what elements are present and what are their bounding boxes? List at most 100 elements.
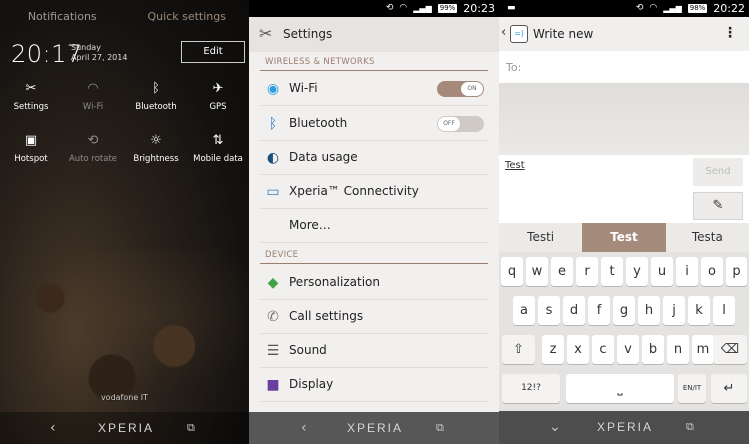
toggle-state: ON <box>461 82 483 96</box>
tile-settings[interactable]: ✂ Settings <box>0 80 62 112</box>
key[interactable]: j <box>663 296 685 325</box>
overflow-menu-icon[interactable]: ⋮ <box>723 25 737 41</box>
key[interactable]: b <box>642 335 664 364</box>
settings-row-display[interactable]: ■ Display <box>260 368 488 402</box>
rotate-lock-icon: ⟲ <box>635 3 644 13</box>
wifi-icon: ◠ <box>87 81 99 96</box>
key[interactable]: u <box>651 257 673 286</box>
personalization-icon: ◆ <box>267 275 279 291</box>
settings-row-data-usage[interactable]: ◐ Data usage <box>260 141 488 175</box>
row-label: Call settings <box>289 309 364 323</box>
key[interactable]: o <box>701 257 723 286</box>
tile-mobile-data[interactable]: ⇅ Mobile data <box>187 132 249 164</box>
key[interactable]: q <box>501 257 523 286</box>
key[interactable]: d <box>563 296 585 325</box>
space-key[interactable]: ⎵ <box>566 374 674 403</box>
status-time: 20:23 <box>463 2 495 15</box>
back-icon[interactable]: ‹ <box>301 412 307 444</box>
key[interactable]: g <box>613 296 635 325</box>
tile-label: GPS <box>209 102 227 112</box>
language-key[interactable]: EN/IT <box>678 374 706 403</box>
key[interactable]: f <box>588 296 610 325</box>
key[interactable]: x <box>567 335 589 364</box>
key[interactable]: k <box>688 296 710 325</box>
xperia-brand: XPERIA <box>597 420 654 434</box>
key[interactable]: h <box>638 296 660 325</box>
row-label: Sound <box>289 343 327 357</box>
bluetooth-icon: ᛒ <box>152 81 160 96</box>
bluetooth-icon: ᛒ <box>268 116 278 132</box>
section-divider <box>260 263 488 264</box>
section-divider <box>260 70 488 71</box>
wifi-signal-icon: ◠ <box>649 3 658 13</box>
cell-signal-icon: ▂▄▆ <box>663 4 682 13</box>
key[interactable]: z <box>542 335 564 364</box>
key[interactable]: r <box>576 257 598 286</box>
key[interactable]: p <box>726 257 747 286</box>
clock-date: Sunday April 27, 2014 <box>71 43 127 63</box>
recent-apps-icon[interactable]: ⧉ <box>187 412 195 444</box>
connectivity-icon: ▭ <box>266 184 280 200</box>
settings-row-call-settings[interactable]: ✆ Call settings <box>260 300 488 334</box>
tile-label: Auto rotate <box>68 154 118 164</box>
tile-brightness[interactable]: ☼ Brightness <box>125 132 187 164</box>
settings-row-bluetooth[interactable]: ᛒ Bluetooth OFF <box>260 107 488 141</box>
attach-button[interactable]: ✎ <box>693 192 743 220</box>
settings-row-xperia-connectivity[interactable]: ▭ Xperia™ Connectivity <box>260 175 488 209</box>
bluetooth-toggle[interactable]: OFF <box>437 116 484 132</box>
key[interactable]: w <box>526 257 548 286</box>
tile-auto-rotate[interactable]: ⟲ Auto rotate <box>62 132 124 164</box>
space-bar-icon: ⎵ <box>617 381 623 396</box>
suggestion-item-selected[interactable]: Test <box>582 223 666 252</box>
key[interactable]: v <box>617 335 639 364</box>
suggestion-item[interactable]: Testi <box>499 223 582 252</box>
backspace-key[interactable]: ⌫ <box>713 335 747 364</box>
message-notification-icon: ▬ <box>507 3 516 13</box>
enter-key[interactable]: ↵ <box>711 374 747 403</box>
tile-bluetooth[interactable]: ᛒ Bluetooth <box>125 80 187 112</box>
recent-apps-icon[interactable]: ⧉ <box>686 411 694 444</box>
section-wireless: WIRELESS & NETWORKS <box>265 57 375 67</box>
brightness-icon: ☼ <box>150 133 162 148</box>
wifi-toggle[interactable]: ON <box>437 81 484 97</box>
back-icon[interactable]: ‹ <box>50 412 56 444</box>
key[interactable]: m <box>692 335 714 364</box>
key[interactable]: l <box>713 296 735 325</box>
screenshot-collage: Notifications Quick settings 20:17 Sunda… <box>0 0 749 444</box>
settings-row-more[interactable]: More… <box>260 209 488 243</box>
key[interactable]: n <box>667 335 689 364</box>
key[interactable]: i <box>676 257 698 286</box>
recent-apps-icon[interactable]: ⧉ <box>436 412 444 444</box>
send-button[interactable]: Send <box>693 158 743 186</box>
key[interactable]: a <box>513 296 535 325</box>
shade-tabs: Notifications Quick settings <box>0 0 249 34</box>
tile-label: Hotspot <box>14 154 48 164</box>
key[interactable]: t <box>601 257 623 286</box>
shift-key[interactable]: ⇧ <box>502 335 535 364</box>
settings-row-wifi[interactable]: ◉ Wi-Fi ON <box>260 72 488 106</box>
tab-notifications[interactable]: Notifications <box>0 0 125 34</box>
back-icon[interactable]: ‹ <box>501 25 506 40</box>
edit-button[interactable]: Edit <box>181 41 245 63</box>
recipient-field[interactable]: To: <box>499 51 749 84</box>
settings-row-sound[interactable]: ☰ Sound <box>260 334 488 368</box>
settings-row-personalization[interactable]: ◆ Personalization <box>260 266 488 300</box>
key[interactable]: y <box>626 257 648 286</box>
key[interactable]: e <box>551 257 573 286</box>
key[interactable]: s <box>538 296 560 325</box>
page-title: Settings <box>283 27 333 41</box>
settings-panel: ⟲ ◠ ▂▄▆ 99% 20:23 ✂ Settings WIRELESS & … <box>249 0 499 444</box>
tile-wifi[interactable]: ◠ Wi-Fi <box>62 80 124 112</box>
hide-keyboard-icon[interactable]: ⌄ <box>549 411 561 444</box>
tile-gps[interactable]: ✈ GPS <box>187 80 249 112</box>
page-title: Write new <box>533 27 594 41</box>
symbols-key[interactable]: 12!? <box>502 374 560 403</box>
xperia-brand: XPERIA <box>347 421 404 435</box>
tile-hotspot[interactable]: ▣ Hotspot <box>0 132 62 164</box>
row-label: Xperia™ Connectivity <box>289 184 419 198</box>
section-device: DEVICE <box>265 250 299 260</box>
tile-label: Brightness <box>133 154 179 164</box>
suggestion-item[interactable]: Testa <box>666 223 749 252</box>
tab-quick-settings[interactable]: Quick settings <box>125 0 250 34</box>
key[interactable]: c <box>592 335 614 364</box>
